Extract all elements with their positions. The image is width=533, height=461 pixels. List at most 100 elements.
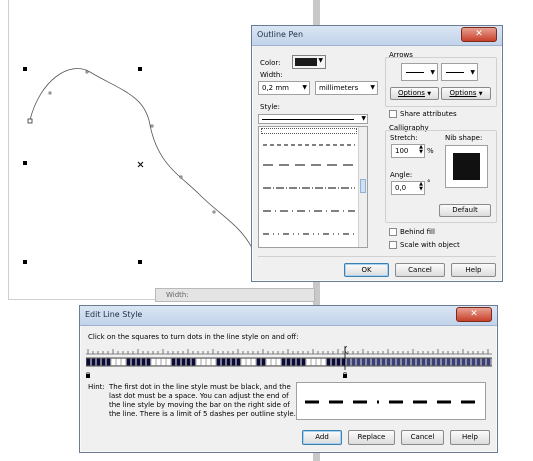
scrollbar-thumb[interactable] (360, 179, 366, 193)
dot-toggle-square (261, 358, 266, 366)
replace-button[interactable]: Replace (348, 430, 395, 445)
close-icon: ✕ (470, 309, 478, 319)
dot-toggle-square (141, 358, 146, 366)
edit-line-style-titlebar[interactable]: Edit Line Style ✕ (80, 306, 497, 326)
chevron-down-icon: ▼ (302, 84, 307, 91)
add-button[interactable]: Add (302, 430, 342, 445)
curve-start-node (27, 118, 33, 124)
chevron-down-icon: ▼ (470, 69, 475, 76)
dot-toggle-square (241, 358, 246, 366)
dot-toggle-square (411, 358, 416, 366)
dot-toggle-square (281, 358, 286, 366)
dot-toggle-square (396, 358, 401, 366)
dot-toggle-square (116, 358, 121, 366)
dot-toggle-square (371, 358, 376, 366)
end-arrow-options-button[interactable]: Options ▼ (441, 87, 491, 100)
selection-handle (23, 161, 27, 165)
dot-toggle-square (206, 358, 211, 366)
nib-shape-preview[interactable] (445, 145, 488, 188)
start-arrow-select[interactable]: ▼ (401, 63, 438, 81)
dot-toggle-square (156, 358, 161, 366)
dot-toggle-square (296, 358, 301, 366)
behind-fill-checkbox[interactable] (389, 228, 397, 236)
color-picker[interactable]: ▼ (292, 55, 326, 69)
dot-toggle-square (231, 358, 236, 366)
angle-value: 0,0 (395, 184, 407, 192)
nib-square (453, 153, 480, 180)
cancel-button[interactable]: Cancel (395, 263, 445, 277)
selection-handle (23, 260, 27, 264)
color-swatch (295, 58, 317, 66)
dot-toggle-square (276, 358, 281, 366)
ok-button[interactable]: OK (344, 263, 389, 277)
stretch-spinner[interactable]: 100 ▲ ▼ (391, 144, 425, 158)
selection-handle (23, 67, 27, 71)
outline-pen-titlebar[interactable]: Outline Pen ✕ (252, 26, 502, 46)
width-select[interactable]: 0,2 mm ▼ (258, 81, 310, 95)
close-button[interactable]: ✕ (461, 27, 497, 42)
end-arrow-select[interactable]: ▼ (441, 63, 478, 81)
units-select[interactable]: millimeters ▼ (315, 81, 378, 95)
hint-line-1: The first dot in the line style must be … (109, 383, 291, 391)
stretch-value: 100 (395, 147, 409, 155)
dot-toggle-square (121, 358, 126, 366)
lock-icon (343, 372, 347, 378)
dot-toggle-square (246, 358, 251, 366)
dot-toggle-square (451, 358, 456, 366)
style-list[interactable] (258, 126, 368, 248)
dot-toggle-square (226, 358, 231, 366)
dot-toggle-square (311, 358, 316, 366)
percent-label: % (427, 147, 434, 155)
dot-toggle-square (291, 358, 296, 366)
scale-with-object-label: Scale with object (400, 241, 460, 249)
dot-toggle-square (461, 358, 466, 366)
spin-arrows-icon[interactable]: ▲ ▼ (419, 145, 423, 155)
dot-toggle-square (286, 358, 291, 366)
angle-spinner[interactable]: 0,0 ▲ ▼ (391, 181, 425, 195)
dot-toggle-square (456, 358, 461, 366)
cancel-button[interactable]: Cancel (401, 430, 444, 445)
dot-toggle-square (181, 358, 186, 366)
hint-line-2: last dot must be a space. You can adjust… (109, 392, 289, 400)
style-list-scrollbar[interactable] (358, 127, 367, 247)
selection-handle (138, 260, 142, 264)
dot-toggle-square (471, 358, 476, 366)
angle-label: Angle: (390, 171, 413, 179)
scale-with-object-checkbox[interactable] (389, 241, 397, 249)
close-icon: ✕ (475, 29, 483, 39)
lock-markers (86, 372, 347, 378)
behind-fill-label: Behind fill (400, 228, 435, 236)
chevron-down-icon: ▼ (361, 115, 366, 122)
dot-toggle-square (236, 358, 241, 366)
dot-toggle-square (361, 358, 366, 366)
chevron-down-icon: ▼ (430, 69, 435, 76)
dot-toggle-square (366, 358, 371, 366)
dot-toggle-square (416, 358, 421, 366)
style-select[interactable]: ▼ (258, 114, 368, 124)
help-button[interactable]: Help (450, 430, 490, 445)
background-panel: Width: (155, 288, 315, 302)
width-value: 0,2 mm (262, 84, 289, 92)
background-width-label: Width: (166, 291, 189, 299)
share-attributes-checkbox[interactable] (389, 110, 397, 118)
dot-toggle-square (376, 358, 381, 366)
dot-toggle-square (131, 358, 136, 366)
edit-line-style-dialog: Edit Line Style ✕ Click on the squares t… (79, 305, 498, 453)
dot-toggle-square (126, 358, 131, 366)
units-value: millimeters (319, 84, 359, 92)
default-button[interactable]: Default (439, 204, 491, 217)
start-arrow-options-button[interactable]: Options ▼ (390, 87, 439, 100)
dot-toggle-square (436, 358, 441, 366)
dot-toggle-square (86, 358, 91, 366)
hint-label: Hint: (88, 383, 105, 391)
spin-arrows-icon[interactable]: ▲ ▼ (419, 182, 423, 192)
dot-toggle-square (326, 358, 331, 366)
dot-toggle-square (406, 358, 411, 366)
dot-toggle-square (336, 358, 341, 366)
degree-label: ° (427, 179, 431, 187)
dot-toggle-square (271, 358, 276, 366)
close-button[interactable]: ✕ (456, 307, 492, 322)
help-button[interactable]: Help (451, 263, 496, 277)
dot-toggle-square (306, 358, 311, 366)
dot-toggle-square (421, 358, 426, 366)
